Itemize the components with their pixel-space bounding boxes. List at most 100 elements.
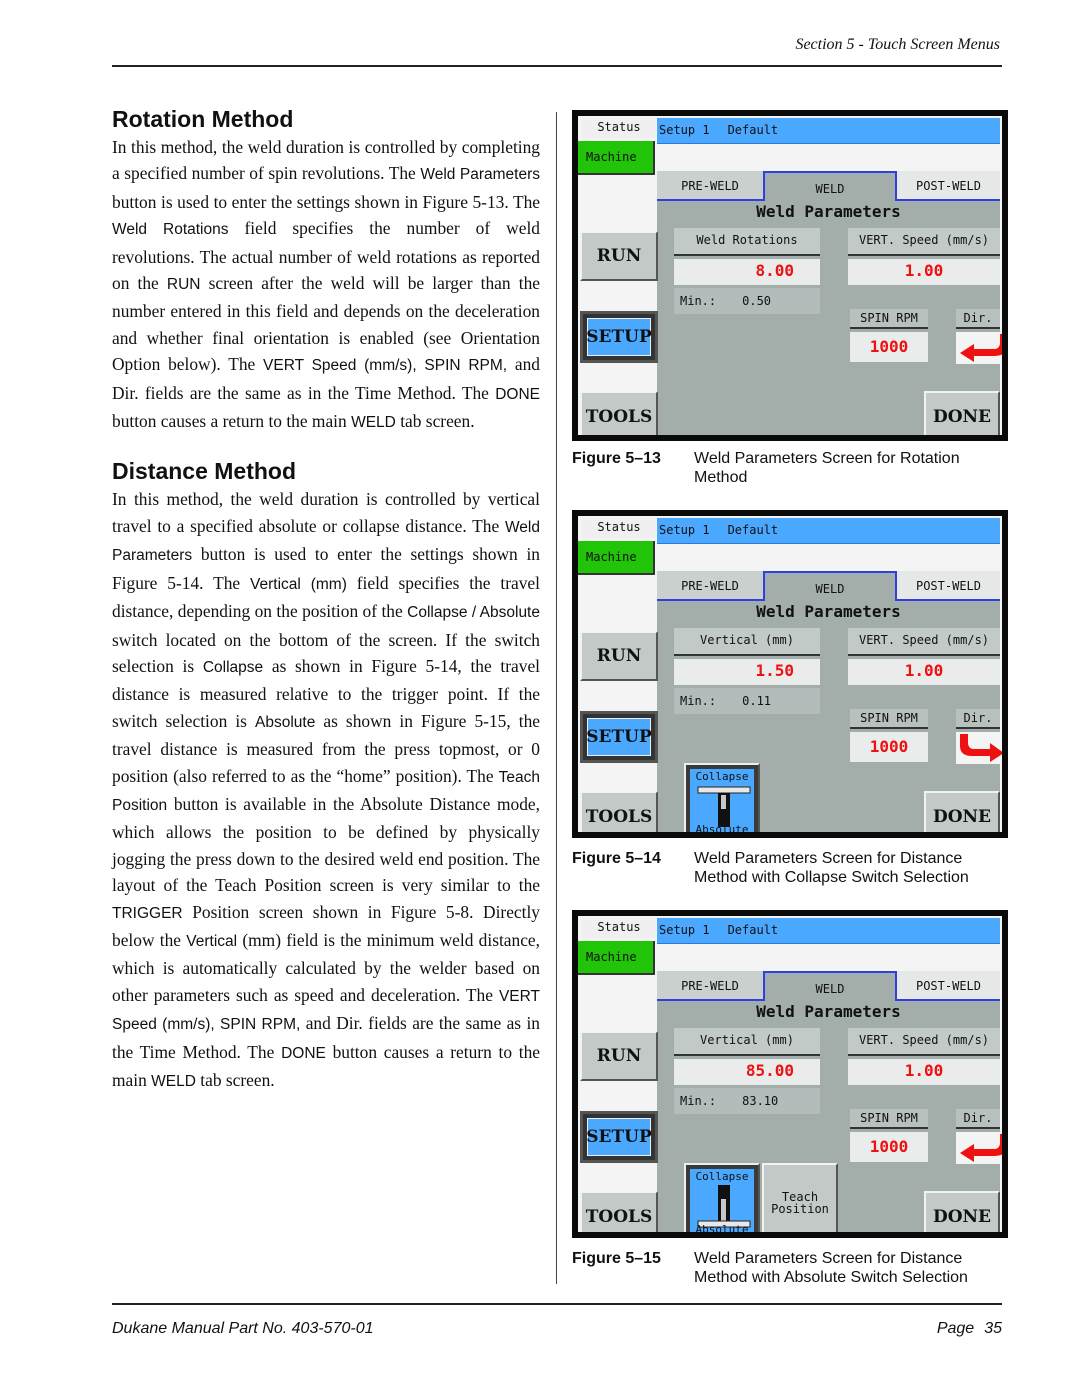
done-label: DONE: [932, 407, 992, 427]
setup-inner: SETUP: [586, 318, 652, 356]
rpm-label: SPIN RPM: [850, 1109, 928, 1129]
panel-title: Weld Parameters: [756, 1002, 901, 1021]
rpm-value[interactable]: 1000: [850, 332, 928, 362]
tools-button[interactable]: TOOLS: [580, 791, 658, 832]
speed-field-value[interactable]: 1.00: [848, 259, 1000, 285]
primary-field-value[interactable]: 1.50: [674, 659, 820, 685]
setup-label: SETUP: [586, 1127, 652, 1147]
ui-term: Collapse: [202, 658, 264, 676]
setup-label: SETUP: [586, 727, 652, 747]
tab-weld[interactable]: WELD: [763, 571, 897, 601]
primary-field-value[interactable]: 8.00: [674, 259, 820, 285]
ui-term: Vertical (mm): [250, 575, 347, 593]
screen-inner: Status Machine Setup 1 Default PRE-WELD W…: [578, 116, 1002, 435]
run-label: RUN: [596, 246, 642, 266]
status-tab[interactable]: Status: [582, 918, 656, 938]
dir-button[interactable]: [956, 732, 1002, 764]
text-run: tab screen.: [195, 1070, 275, 1090]
collapse-absolute-switch[interactable]: Collapse Absolute: [684, 1163, 760, 1232]
primary-field-label: Weld Rotations: [674, 228, 820, 256]
rpm-value[interactable]: 1000: [850, 732, 928, 762]
tab-bar: PRE-WELD WELD POST-WELD: [657, 571, 1000, 601]
teach-position-button[interactable]: Teach Position: [762, 1163, 838, 1232]
dir-button[interactable]: [956, 332, 1002, 364]
rotation-paragraph: In this method, the weld duration is con…: [112, 134, 540, 436]
speed-field-value[interactable]: 1.00: [848, 659, 1000, 685]
arrow-cw-icon: [960, 734, 1002, 762]
tab-pre-weld[interactable]: PRE-WELD: [657, 171, 763, 201]
teach-label-line2: Position: [771, 1202, 829, 1216]
ui-term: RUN: [166, 276, 201, 294]
text-run: In this method, the weld duration is con…: [112, 489, 540, 536]
min-readout: Min.: 0.11: [674, 688, 820, 714]
setup-button[interactable]: SETUP: [580, 711, 658, 763]
setup-profile: Default: [727, 523, 779, 537]
done-label: DONE: [932, 1207, 992, 1227]
tab-post-weld[interactable]: POST-WELD: [897, 171, 1000, 201]
done-button[interactable]: DONE: [924, 1191, 1000, 1232]
footer-page: Page 35: [937, 1320, 1002, 1338]
speed-field-label: VERT. Speed (mm/s): [848, 228, 1000, 256]
done-button[interactable]: DONE: [924, 391, 1000, 435]
switch-label-absolute: Absolute: [695, 1223, 749, 1232]
tools-button[interactable]: TOOLS: [580, 1191, 658, 1232]
tools-label: TOOLS: [585, 407, 653, 427]
status-tab[interactable]: Status: [582, 118, 656, 138]
tools-button[interactable]: TOOLS: [580, 391, 658, 435]
switch-label-absolute: Absolute: [695, 823, 749, 832]
machine-status-button[interactable]: Machine: [578, 541, 655, 575]
dir-label: Dir.: [956, 309, 1000, 329]
status-label: Status: [597, 520, 641, 534]
tab-pre-weld[interactable]: PRE-WELD: [657, 971, 763, 1001]
tab-post-weld[interactable]: POST-WELD: [897, 571, 1000, 601]
text-run: button is used to enter the settings sho…: [112, 191, 540, 212]
min-readout: Min.: 83.10: [674, 1088, 820, 1114]
run-button[interactable]: RUN: [580, 1031, 658, 1081]
ui-term: DONE: [281, 1044, 326, 1062]
machine-status-button[interactable]: Machine: [578, 941, 655, 975]
page-label: Page: [936, 1320, 975, 1337]
screen-inner: Status Machine Setup 1 Default PRE-WELD W…: [578, 516, 1002, 832]
dir-button[interactable]: [956, 1132, 1002, 1164]
setup-button[interactable]: SETUP: [580, 1111, 658, 1163]
rpm-value[interactable]: 1000: [850, 1132, 928, 1162]
ui-term: TRIGGER: [112, 904, 183, 922]
machine-label: Machine: [586, 550, 637, 564]
figure-caption: Figure 5–13 Weld Parameters Screen for R…: [572, 449, 1012, 487]
tab-weld[interactable]: WELD: [763, 171, 897, 201]
ui-term: DONE: [495, 385, 540, 403]
run-label: RUN: [596, 1046, 642, 1066]
page-number: 35: [984, 1320, 1002, 1337]
run-button[interactable]: RUN: [580, 231, 658, 281]
dir-label: Dir.: [956, 709, 1000, 729]
setup-inner: SETUP: [586, 718, 652, 756]
done-button[interactable]: DONE: [924, 791, 1000, 832]
footer-manual-part: Dukane Manual Part No. 403-570-01: [112, 1320, 374, 1337]
primary-field-value[interactable]: 85.00: [674, 1059, 820, 1085]
setup-label: SETUP: [586, 327, 652, 347]
figure-caption-text: Weld Parameters Screen for Rotation Meth…: [694, 450, 960, 486]
ui-term: WELD: [151, 1073, 196, 1090]
status-tab[interactable]: Status: [582, 518, 656, 538]
tools-label: TOOLS: [585, 1207, 653, 1227]
tab-post-weld[interactable]: POST-WELD: [897, 971, 1000, 1001]
min-label: Min.:: [680, 694, 717, 708]
run-button[interactable]: RUN: [580, 631, 658, 681]
setup-name: Setup 1: [659, 923, 710, 937]
status-label: Status: [597, 920, 641, 934]
tab-weld[interactable]: WELD: [763, 971, 897, 1001]
speed-field-value[interactable]: 1.00: [848, 1059, 1000, 1085]
ui-term: Weld Rotations: [112, 221, 229, 239]
status-label: Status: [597, 120, 641, 134]
setup-name: Setup 1: [659, 523, 710, 537]
screen-inner: Status Machine Setup 1 Default PRE-WELD W…: [578, 916, 1002, 1232]
setup-name: Setup 1: [659, 123, 710, 137]
ui-term: WELD: [351, 414, 396, 432]
collapse-absolute-switch[interactable]: Collapse Absolute: [684, 763, 760, 832]
machine-status-button[interactable]: Machine: [578, 141, 655, 175]
tab-pre-weld[interactable]: PRE-WELD: [657, 571, 763, 601]
setup-bar: Setup 1 Default: [657, 118, 1000, 144]
rpm-label: SPIN RPM: [850, 309, 928, 329]
setup-button[interactable]: SETUP: [580, 311, 658, 363]
touch-screen-figure-15: Status Machine Setup 1 Default PRE-WELD W…: [572, 910, 1008, 1238]
